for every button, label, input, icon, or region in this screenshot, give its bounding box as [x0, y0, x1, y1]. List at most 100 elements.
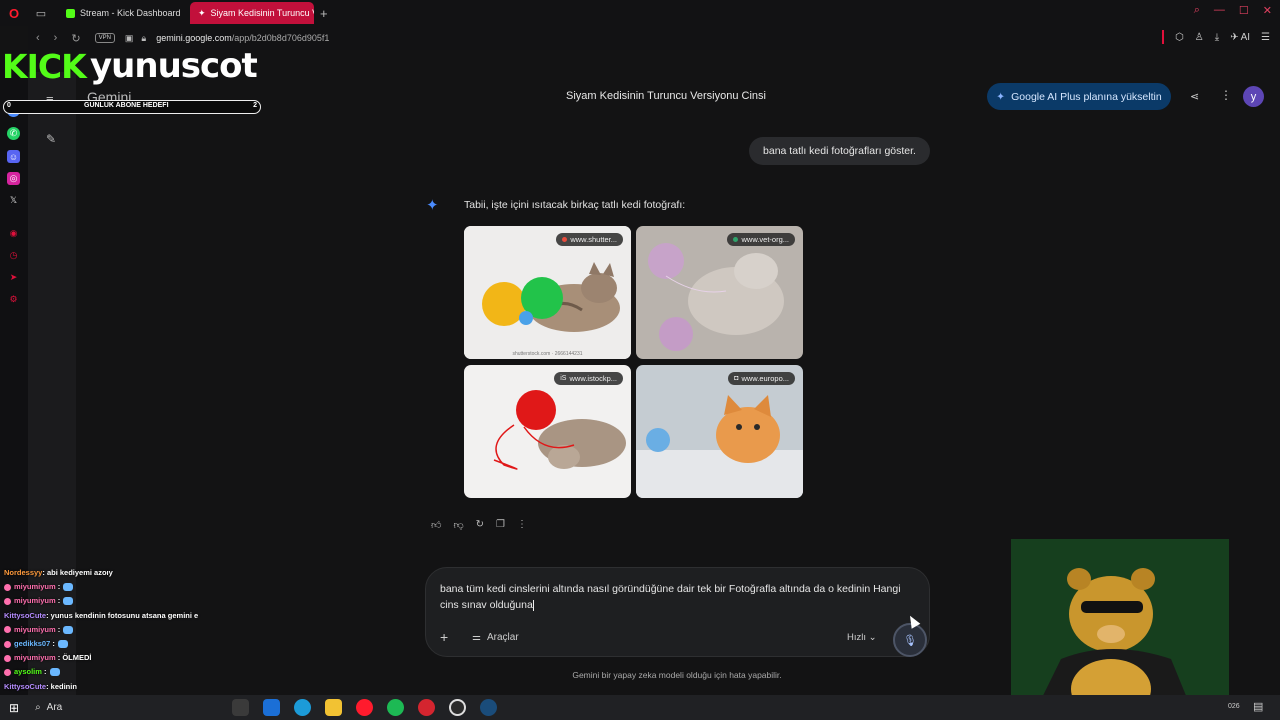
- kick-logo: KICK: [2, 47, 87, 86]
- obs-icon[interactable]: [449, 699, 466, 716]
- more-icon[interactable]: ⋮: [517, 519, 527, 531]
- media-app-icon[interactable]: [418, 699, 435, 716]
- clock[interactable]: 026: [1228, 703, 1240, 710]
- task-view-icon[interactable]: [232, 699, 249, 716]
- source-chip[interactable]: ◘ www.europo...: [728, 372, 795, 385]
- taskbar-search[interactable]: ⌕ Ara: [35, 702, 62, 713]
- chat-text: : ÖLMEDİ: [55, 653, 92, 663]
- outlook-icon[interactable]: [263, 699, 280, 716]
- chat-username[interactable]: miyumiyum: [14, 653, 56, 662]
- instagram-icon[interactable]: ◎: [7, 172, 20, 185]
- share-icon[interactable]: ⋖: [1190, 90, 1199, 103]
- chevron-down-icon: ⌄: [868, 632, 877, 643]
- chat-message: miyumiyum :: [4, 594, 254, 608]
- new-tab-button[interactable]: +: [320, 6, 328, 21]
- model-mode-dropdown[interactable]: Hızlı ⌄: [847, 632, 877, 643]
- image-result[interactable]: iS www.istockp...: [464, 365, 631, 498]
- chat-username[interactable]: aysolim: [14, 667, 42, 676]
- opera-taskbar-icon[interactable]: [356, 699, 373, 716]
- chat-username[interactable]: gedikks07: [14, 639, 50, 648]
- back-button[interactable]: ‹: [36, 32, 40, 45]
- menu-icon[interactable]: ☰: [1261, 32, 1270, 44]
- source-chip[interactable]: www.shutter...: [556, 233, 623, 246]
- microphone-button[interactable]: 🎙︎: [893, 623, 927, 657]
- ai-button[interactable]: ✈ AI: [1230, 32, 1250, 44]
- chat-message: KittysoCute: kedinin: [4, 680, 254, 694]
- add-attachment-button[interactable]: +: [440, 629, 448, 645]
- more-options-icon[interactable]: ⋮: [1220, 88, 1232, 102]
- download-icon[interactable]: ⤓: [1215, 32, 1219, 44]
- subscriber-badge-icon: [4, 654, 11, 662]
- chat-message: KittysoCute: yunus kendinin fotosunu ats…: [4, 609, 254, 623]
- edge-icon[interactable]: [294, 699, 311, 716]
- discord-icon[interactable]: ☺: [7, 150, 20, 163]
- chat-emote-icon: [49, 668, 60, 677]
- tools-button[interactable]: ⚌ Araçlar: [472, 632, 519, 643]
- flow-icon[interactable]: ➤: [7, 271, 20, 284]
- regenerate-icon[interactable]: ↻: [476, 519, 484, 531]
- windows-start-icon[interactable]: ⊞: [9, 701, 19, 715]
- conversation-title[interactable]: Siyam Kedisinin Turuncu Versiyonu Cinsi: [506, 90, 826, 102]
- chat-username[interactable]: miyumiyum: [14, 582, 56, 591]
- image-result[interactable]: ◘ www.europo...: [636, 365, 803, 498]
- tab-label: Siyam Kedisinin Turuncu V: [210, 8, 314, 18]
- chat-message: aysolim :: [4, 665, 254, 679]
- subscriber-badge-icon: [4, 626, 11, 634]
- notification-icon[interactable]: ▤: [1253, 700, 1263, 713]
- snapshot-icon[interactable]: ▣: [125, 33, 134, 44]
- image-caption: shutterstock.com · 2666144231: [512, 351, 583, 357]
- chat-username[interactable]: Nordessyy: [4, 568, 42, 577]
- tools-label: Araçlar: [486, 632, 519, 643]
- steam-icon[interactable]: [480, 699, 497, 716]
- chat-emote-icon: [63, 597, 74, 606]
- pinboard-icon[interactable]: ◉: [7, 227, 20, 240]
- thumbs-up-icon[interactable]: 👍︎: [431, 519, 441, 531]
- search-tabs-icon[interactable]: ⌕: [1194, 4, 1200, 17]
- subscriber-badge-icon: [4, 640, 11, 648]
- browser-tab-bar: O ▭ Stream - Kick Dashboard ✦ Siyam Kedi…: [0, 0, 1280, 26]
- x-icon[interactable]: 𝕏: [7, 194, 20, 207]
- source-chip[interactable]: iS www.istockp...: [554, 372, 623, 385]
- address-bar-actions: ⬡ ♙ ⤓ ✈ AI ☰: [1162, 30, 1270, 44]
- file-explorer-icon[interactable]: [325, 699, 342, 716]
- webcam-overlay: [1011, 539, 1229, 720]
- avatar[interactable]: y: [1243, 86, 1264, 107]
- spotify-icon[interactable]: [387, 699, 404, 716]
- image-result[interactable]: www.shutter... shutterstock.com · 266614…: [464, 226, 631, 359]
- source-favicon-icon: [562, 237, 568, 242]
- profile-icon[interactable]: ♙: [1195, 32, 1204, 44]
- minimize-button[interactable]: —: [1214, 4, 1225, 17]
- extensions-icon[interactable]: ⬡: [1175, 32, 1184, 44]
- new-chat-icon[interactable]: ✎: [46, 132, 56, 146]
- gemini-favicon-icon: ✦: [198, 7, 206, 18]
- url-field[interactable]: gemini.google.com/app/b2d0b8d706d905f1: [156, 33, 329, 43]
- source-chip[interactable]: www.vet-org...: [727, 233, 795, 246]
- chat-username[interactable]: KittysoCute: [4, 611, 46, 620]
- prompt-input[interactable]: bana tüm kedi cinslerini altında nasıl g…: [440, 581, 910, 613]
- workspaces-icon[interactable]: ▭: [28, 7, 54, 20]
- whatsapp-icon[interactable]: ✆: [7, 127, 20, 140]
- tab-gemini[interactable]: ✦ Siyam Kedisinin Turuncu V: [190, 2, 314, 24]
- stream-chat: Nordessyy: abi kediyemi azoıy miyumiyum :…: [4, 566, 254, 694]
- lock-icon[interactable]: 🔒︎: [141, 33, 146, 44]
- image-result[interactable]: www.vet-org...: [636, 226, 803, 359]
- thumbs-down-icon[interactable]: 👎︎: [453, 519, 463, 531]
- forward-button[interactable]: ›: [54, 32, 58, 45]
- copy-icon[interactable]: ❐: [496, 519, 505, 531]
- subscriber-goal-bar: 0 GUNLUK ABONE HEDEFI 2: [3, 100, 261, 114]
- close-button[interactable]: ✕: [1263, 4, 1272, 17]
- vpn-badge[interactable]: VPN: [94, 33, 115, 43]
- chat-username[interactable]: miyumiyum: [14, 625, 56, 634]
- subscriber-badge-icon: [4, 583, 11, 591]
- upgrade-plan-button[interactable]: ✦ Google AI Plus planına yükseltin: [987, 83, 1171, 110]
- chat-username[interactable]: miyumiyum: [14, 596, 56, 605]
- history-icon[interactable]: ◷: [7, 249, 20, 262]
- gemini-spark-icon: ✦: [426, 197, 439, 214]
- tab-kick-dashboard[interactable]: Stream - Kick Dashboard: [58, 2, 186, 24]
- chat-username[interactable]: KittysoCute: [4, 682, 46, 691]
- maximize-button[interactable]: ☐: [1239, 4, 1249, 17]
- opera-logo-icon[interactable]: O: [0, 0, 28, 26]
- reload-button[interactable]: ↻: [71, 32, 80, 45]
- microphone-icon: 🎙︎: [903, 634, 917, 647]
- settings-icon[interactable]: ⚙: [7, 293, 20, 306]
